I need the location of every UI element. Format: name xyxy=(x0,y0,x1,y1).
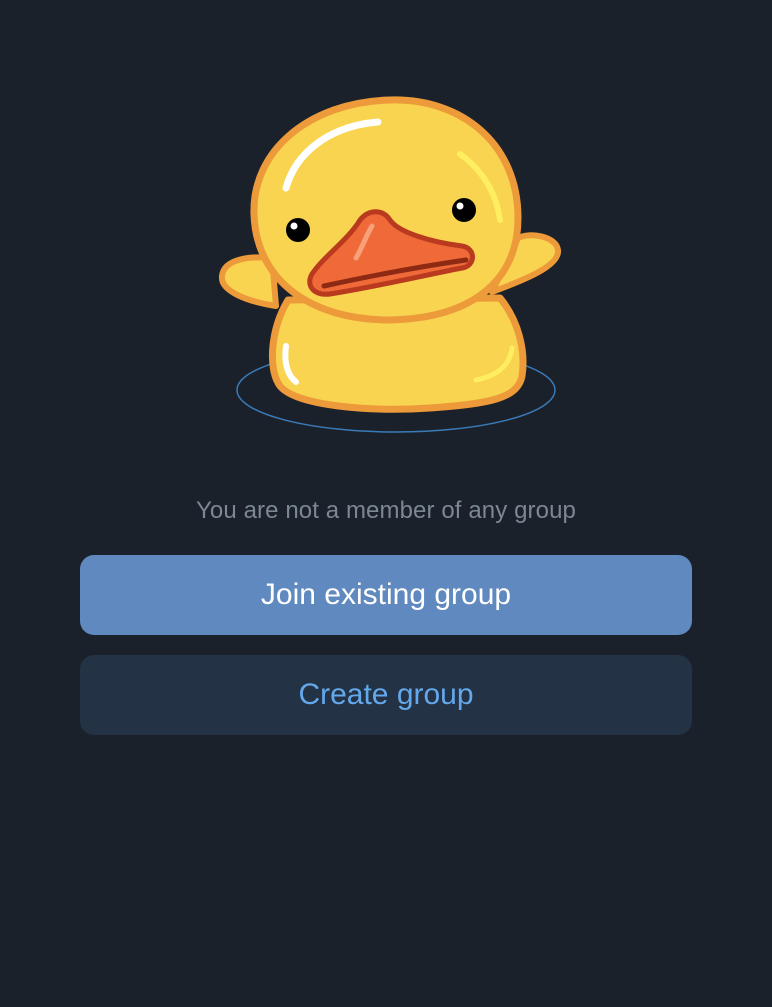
create-group-button[interactable]: Create group xyxy=(80,655,692,735)
join-existing-group-button[interactable]: Join existing group xyxy=(80,555,692,635)
duck-icon xyxy=(200,80,580,450)
groups-empty-screen: You are not a member of any group Join e… xyxy=(0,0,772,1007)
empty-state-message: You are not a member of any group xyxy=(196,497,576,524)
